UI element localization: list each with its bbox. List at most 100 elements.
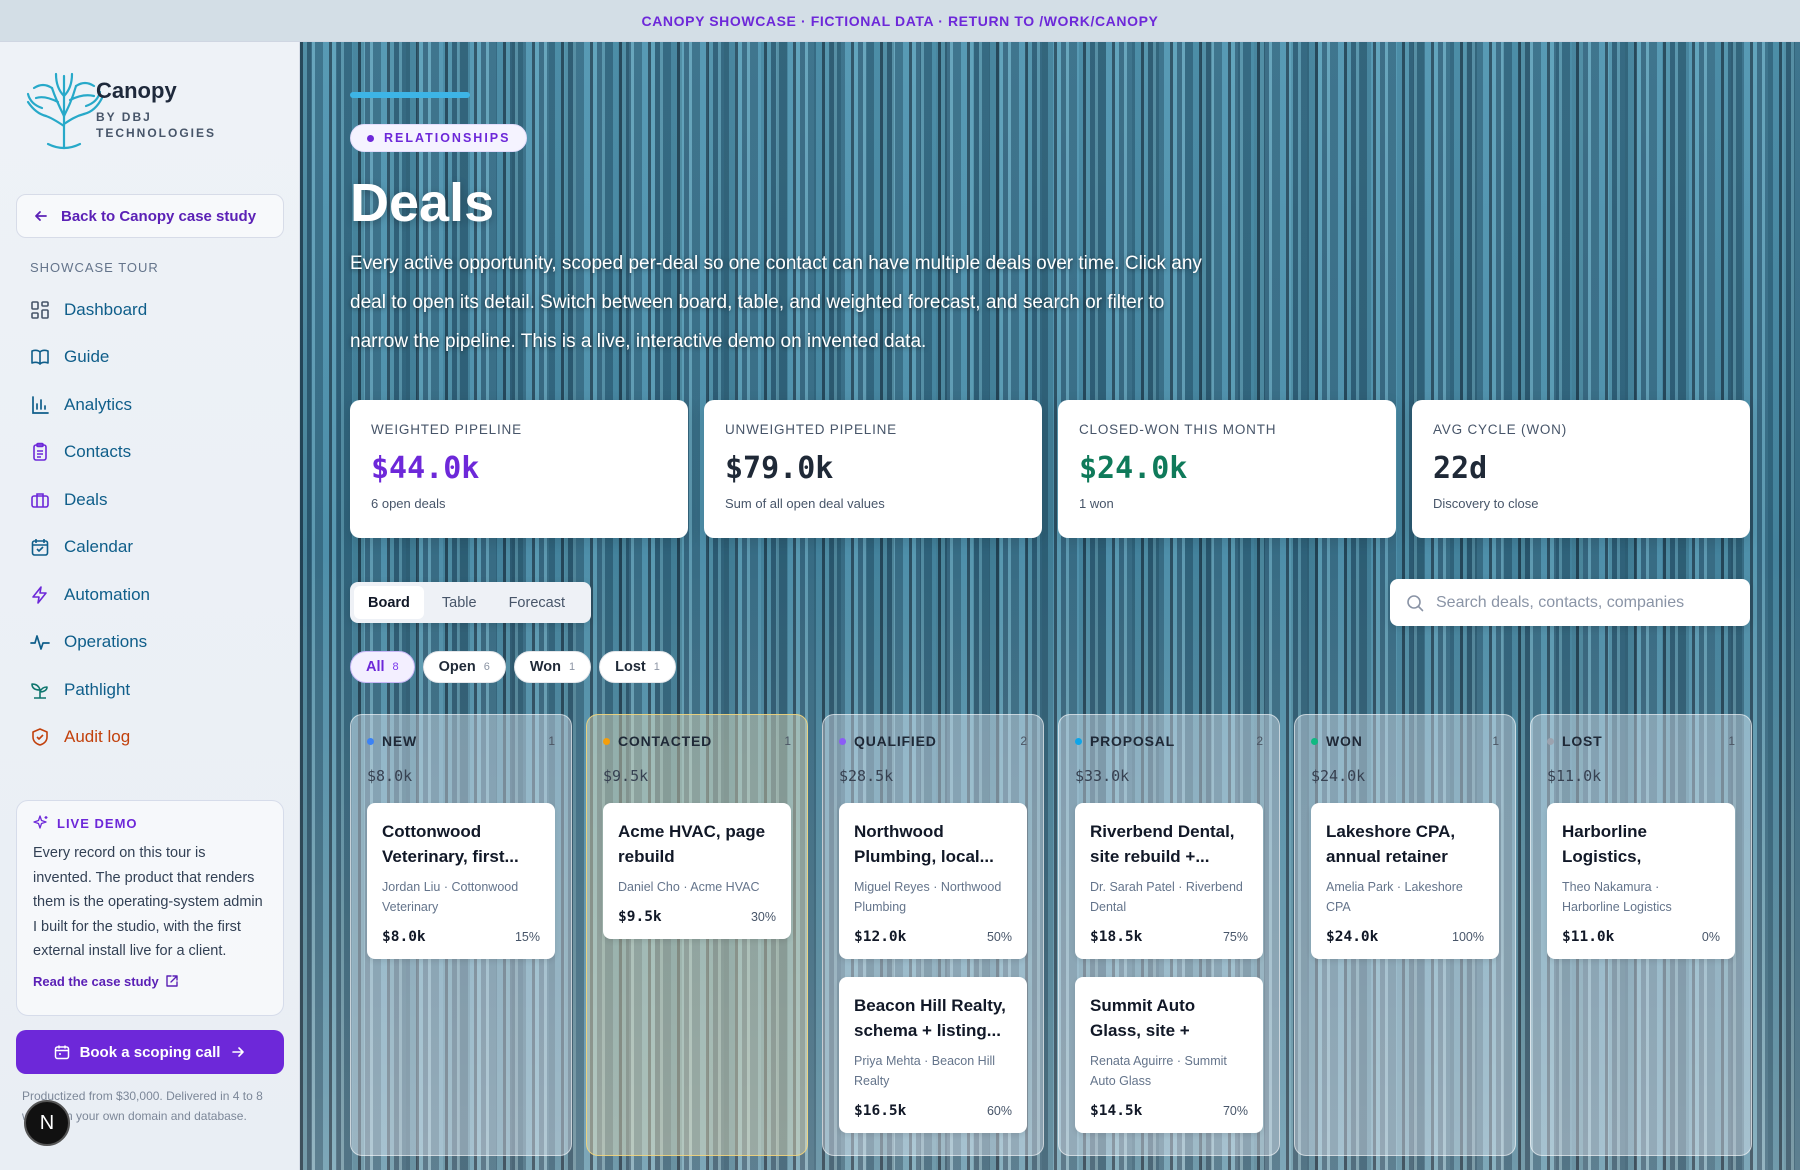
deal-contact: Dr. Sarah Patel · Riverbend Dental — [1090, 880, 1243, 914]
deal-value: $8.0k — [382, 929, 426, 945]
sidebar-item-label: Pathlight — [64, 679, 131, 699]
live-demo-text: Every record on this tour is invented. T… — [33, 845, 263, 959]
clipboard-icon — [33, 442, 47, 462]
sidebar-item-guide[interactable]: Guide — [18, 334, 284, 382]
sidebar-item-label: Guide — [64, 347, 110, 367]
stat-card-closed-won: CLOSED-WON THIS MONTH $24.0k 1 won — [1058, 400, 1396, 538]
column-title: CONTACTED — [618, 733, 713, 749]
column-total: $11.0k — [1547, 767, 1602, 785]
column-total: $24.0k — [1311, 767, 1366, 785]
column-new: NEW 1 $8.0k Cottonwood Veterinary, first… — [350, 714, 572, 1156]
sidebar-item-analytics[interactable]: Analytics — [18, 381, 284, 429]
showcase-banner[interactable]: CANOPY SHOWCASE · FICTIONAL DATA · RETUR… — [0, 0, 1800, 42]
status-dot — [1547, 737, 1554, 745]
deal-value: $11.0k — [1562, 929, 1615, 945]
stat-value: $79.0k — [725, 451, 834, 486]
deal-footer: $12.0k 50% — [854, 929, 1012, 945]
column-header: NEW 1 — [367, 733, 555, 749]
filter-lost[interactable]: Lost 1 — [599, 651, 676, 683]
column-total: $8.0k — [367, 767, 413, 785]
deal-title: Northwood Plumbing, local... — [854, 822, 994, 866]
back-to-case-study-button[interactable]: Back to Canopy case study — [16, 194, 284, 238]
deal-title: Beacon Hill Realty, schema + listing... — [854, 996, 1006, 1040]
deal-card[interactable]: Harborline Logistics, discove... Theo Na… — [1547, 803, 1735, 959]
deal-probability: 50% — [986, 930, 1012, 944]
accent-bar — [350, 92, 470, 98]
deal-card[interactable]: Lakeshore CPA, annual retainer Amelia Pa… — [1311, 803, 1499, 959]
sidebar-item-label: Calendar — [64, 537, 133, 557]
tab-table[interactable]: Table — [428, 586, 491, 619]
tab-forecast[interactable]: Forecast — [495, 586, 579, 619]
brand-subtitle: BY DBJ TECHNOLOGIES — [96, 110, 217, 140]
filter-count: 6 — [483, 661, 490, 673]
deal-card[interactable]: Beacon Hill Realty, schema + listing... … — [839, 977, 1027, 1133]
deal-probability: 70% — [1222, 1104, 1248, 1118]
sidebar-item-audit-log[interactable]: Audit log — [18, 714, 284, 762]
column-title: LOST — [1562, 733, 1603, 749]
filter-count: 1 — [568, 661, 576, 673]
filter-won[interactable]: Won 1 — [513, 651, 592, 683]
sidebar-item-contacts[interactable]: Contacts — [18, 429, 284, 477]
deal-contact: Priya Mehta · Beacon Hill Realty — [854, 1054, 996, 1088]
banner-text[interactable]: CANOPY SHOWCASE · FICTIONAL DATA · RETUR… — [642, 13, 1159, 29]
column-header: CONTACTED 1 — [603, 733, 791, 749]
column-count: 2 — [1020, 734, 1027, 748]
tab-board[interactable]: Board — [354, 586, 424, 619]
section-label: RELATIONSHIPS — [384, 131, 511, 145]
stat-sub: Sum of all open deal values — [725, 496, 885, 511]
sidebar-item-label: Operations — [64, 632, 148, 652]
book-call-label: Book a scoping call — [79, 1043, 221, 1061]
column-total: $33.0k — [1075, 767, 1130, 785]
briefcase-icon — [31, 492, 49, 508]
avatar[interactable]: N — [24, 1100, 70, 1146]
section-dot — [367, 134, 374, 142]
brand-logo[interactable] — [22, 66, 106, 150]
deal-card[interactable]: Riverbend Dental, site rebuild +... Dr. … — [1075, 803, 1263, 959]
sidebar-item-dashboard[interactable]: Dashboard — [18, 286, 284, 334]
sidebar-item-label: Analytics — [64, 394, 133, 414]
filter-label: Won — [529, 659, 561, 675]
filter-open[interactable]: Open 6 — [422, 651, 506, 683]
sidebar-item-calendar[interactable]: Calendar — [18, 524, 284, 572]
sidebar-item-pathlight[interactable]: Pathlight — [18, 666, 284, 714]
deal-title: Cottonwood Veterinary, first... — [382, 822, 519, 866]
search-input[interactable] — [1436, 593, 1726, 612]
live-demo-title: LIVE DEMO — [57, 815, 138, 831]
stat-value: $44.0k — [371, 451, 480, 486]
column-header: QUALIFIED 2 — [839, 733, 1027, 749]
deal-title: Harborline Logistics, discove... — [1562, 822, 1648, 866]
deal-footer: $16.5k 60% — [854, 1103, 1012, 1119]
filter-all[interactable]: All 8 — [350, 651, 415, 683]
sidebar-item-automation[interactable]: Automation — [18, 571, 284, 619]
deal-card[interactable]: Summit Auto Glass, site + booking flow R… — [1075, 977, 1263, 1133]
column-header: LOST 1 — [1547, 733, 1735, 749]
page-description: Every active opportunity, scoped per-dea… — [350, 253, 1202, 352]
book-scoping-call-button[interactable]: Book a scoping call — [16, 1030, 284, 1074]
status-dot — [367, 737, 374, 745]
sidebar-item-label: Deals — [64, 489, 108, 509]
page-title: Deals — [350, 173, 495, 233]
sidebar-item-label: Dashboard — [64, 299, 148, 319]
deal-card[interactable]: Acme HVAC, page rebuild Daniel Cho · Acm… — [603, 803, 791, 939]
deal-value: $16.5k — [854, 1103, 907, 1119]
deal-contact: Jordan Liu · Cottonwood Veterinary — [382, 880, 519, 914]
read-case-study-label: Read the case study — [33, 973, 159, 989]
back-label: Back to Canopy case study — [61, 207, 257, 225]
sidebar-item-operations[interactable]: Operations — [18, 619, 284, 667]
deal-footer: $8.0k 15% — [382, 929, 540, 945]
column-lost: LOST 1 $11.0k Harborline Logistics, disc… — [1530, 714, 1752, 1156]
filter-count: 1 — [653, 661, 660, 673]
read-case-study-link[interactable]: Read the case study — [33, 974, 267, 989]
deal-probability: 30% — [750, 910, 776, 924]
sidebar-item-deals[interactable]: Deals — [18, 476, 284, 524]
filter-label: Lost — [615, 659, 646, 675]
deal-value: $24.0k — [1326, 929, 1379, 945]
deal-card[interactable]: Cottonwood Veterinary, first... Jordan L… — [367, 803, 555, 959]
deal-title: Riverbend Dental, site rebuild +... — [1090, 822, 1235, 866]
stat-card-unweighted-pipeline: UNWEIGHTED PIPELINE $79.0k Sum of all op… — [704, 400, 1042, 538]
stat-label: CLOSED-WON THIS MONTH — [1079, 422, 1277, 437]
deal-card[interactable]: Northwood Plumbing, local... Miguel Reye… — [839, 803, 1027, 959]
column-title: QUALIFIED — [854, 733, 937, 749]
sidebar-item-label: Audit log — [64, 727, 131, 747]
book-icon — [31, 349, 49, 366]
